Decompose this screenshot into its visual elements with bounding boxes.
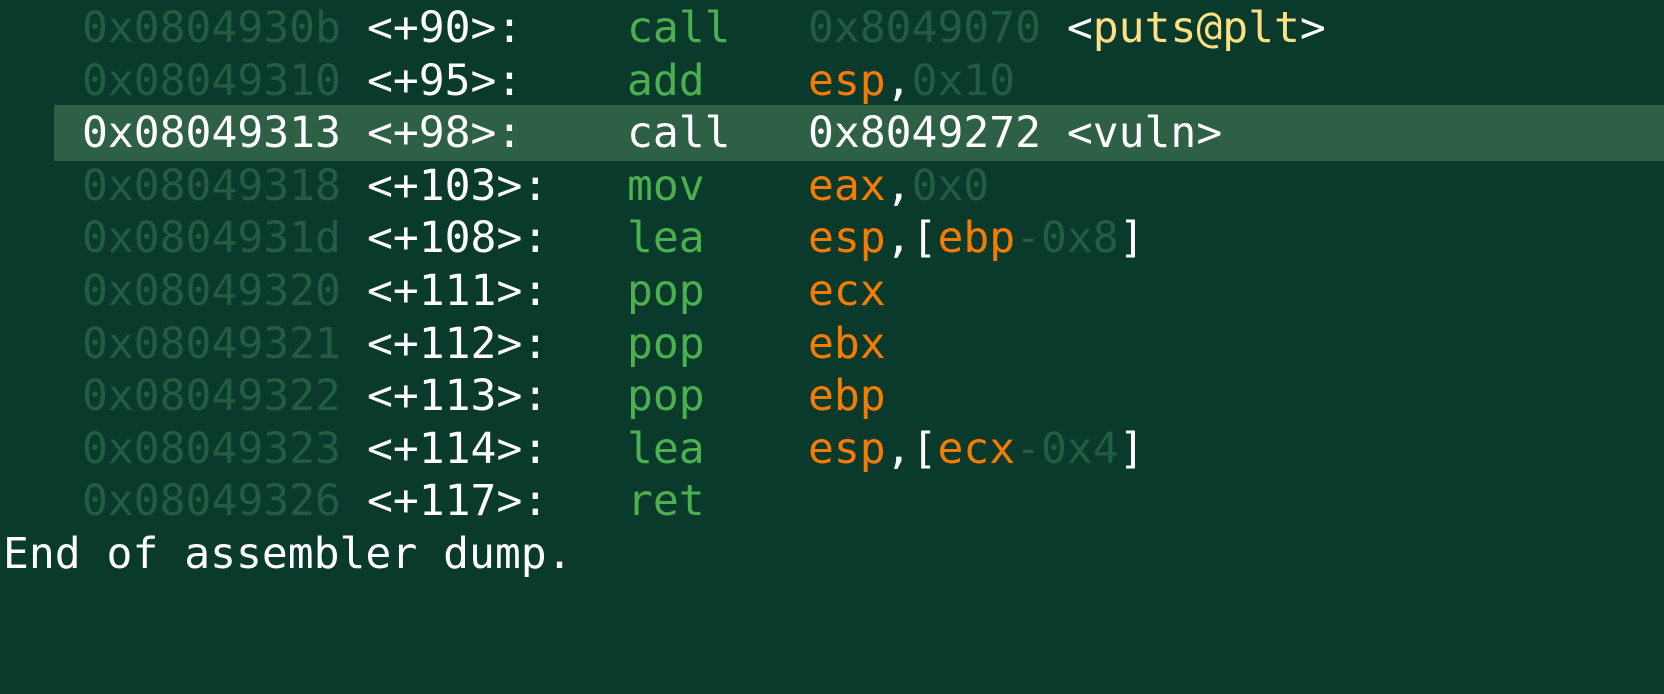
operand-punctuation: ,[ [885, 423, 938, 474]
operand-immediate: 0x8049070 [808, 3, 1041, 53]
gdb-disassembly-view: 0x0804930b <+90>: call 0x8049070 <puts@plt>… [0, 0, 1664, 610]
instruction-row: 0x08049322 <+113>: pop ebp [0, 368, 1664, 424]
instruction-operands: ecx [808, 263, 886, 319]
end-of-dump-text: End of assembler dump. [3, 529, 573, 579]
instruction-mnemonic: pop [627, 371, 705, 422]
operand-punctuation: , [885, 160, 912, 211]
instruction-row: 0x08049323 <+114>: lea esp,[ecx-0x4] [0, 421, 1664, 477]
instruction-operands: eax,0x0 [808, 158, 989, 214]
instruction-operands: esp,[ecx-0x4] [808, 421, 1145, 477]
instruction-address: 0x08049322 [82, 371, 341, 422]
instruction-offset: <+90>: [367, 3, 523, 53]
instruction-mnemonic: call [627, 108, 731, 159]
operand-register: esp [808, 423, 886, 474]
instruction-address: 0x08049310 [82, 55, 341, 106]
instruction-operands: esp,0x10 [808, 53, 1015, 109]
instruction-row: 0x08049321 <+112>: pop ebx [0, 316, 1664, 372]
instruction-mnemonic: mov [627, 160, 705, 211]
instruction-row-current: 0x08049313 <+98>: call 0x8049272 <vuln> [0, 105, 1664, 162]
operand-punctuation: ] [1118, 213, 1145, 264]
footer-line: End of assembler dump. [0, 526, 1664, 582]
operand-register: ecx [808, 266, 886, 316]
operand-immediate: 0x10 [911, 55, 1016, 106]
instruction-mnemonic: lea [627, 423, 705, 474]
operand-punctuation: ,[ [885, 213, 938, 264]
instruction-offset: <+113>: [367, 371, 549, 422]
instruction-offset: <+112>: [367, 318, 549, 369]
instruction-offset: <+117>: [367, 476, 549, 527]
operand-register: eax [808, 160, 886, 211]
instruction-row: 0x08049320 <+111>: pop ecx [0, 263, 1664, 319]
operand-punctuation: < [1041, 3, 1093, 53]
operand-punctuation: , [885, 55, 912, 106]
operand-immediate: 0x0 [911, 160, 990, 211]
operand-punctuation: 0x8049272 <vuln> [808, 108, 1223, 159]
instruction-row: 0x0804930b <+90>: call 0x8049070 <puts@plt> [0, 0, 1664, 56]
instruction-address: 0x08049326 [82, 476, 341, 527]
instruction-offset: <+108>: [367, 213, 549, 264]
instruction-operands: ebp [808, 368, 886, 424]
instruction-address: 0x08049323 [82, 423, 341, 474]
instruction-mnemonic: pop [627, 318, 705, 369]
instruction-address: 0x08049321 [82, 318, 341, 369]
instruction-address: 0x0804930b [82, 3, 341, 53]
operand-register: ebp [937, 213, 1016, 264]
instruction-mnemonic: call [627, 3, 731, 53]
instruction-address: 0x0804931d [82, 213, 341, 264]
operand-punctuation: > [1299, 3, 1326, 53]
instruction-offset: <+103>: [367, 160, 549, 211]
operand-register: ebp [808, 371, 886, 422]
instruction-address: 0x08049320 [82, 266, 341, 316]
instruction-mnemonic: lea [627, 213, 705, 264]
instruction-operands: 0x8049272 <vuln> [808, 105, 1222, 161]
instruction-mnemonic: ret [627, 476, 705, 527]
operand-register: ecx [937, 423, 1016, 474]
operand-register: ebx [808, 318, 886, 369]
operand-register: esp [808, 213, 886, 264]
instruction-address: 0x08049313 [82, 108, 341, 159]
instruction-row: 0x08049326 <+117>: ret [0, 473, 1664, 529]
instruction-offset: <+98>: [367, 108, 523, 159]
instruction-offset: <+114>: [367, 423, 549, 474]
instruction-row: 0x0804931d <+108>: lea esp,[ebp-0x8] [0, 210, 1664, 266]
operand-immediate: -0x4 [1015, 423, 1119, 474]
operand-register: esp [808, 55, 886, 106]
instruction-operands: 0x8049070 <puts@plt> [808, 0, 1326, 56]
instruction-mnemonic: add [627, 55, 705, 106]
instruction-offset: <+95>: [367, 55, 523, 106]
operand-punctuation: ] [1118, 423, 1145, 474]
instruction-operands: esp,[ebp-0x8] [808, 210, 1145, 266]
instruction-mnemonic: pop [627, 266, 705, 316]
operand-symbol: puts@plt [1092, 3, 1300, 53]
instruction-operands: ebx [808, 316, 886, 372]
instruction-row: 0x08049310 <+95>: add esp,0x10 [0, 53, 1664, 109]
instruction-row: 0x08049318 <+103>: mov eax,0x0 [0, 158, 1664, 214]
instruction-offset: <+111>: [367, 266, 549, 316]
instruction-address: 0x08049318 [82, 160, 341, 211]
operand-immediate: -0x8 [1015, 213, 1119, 264]
